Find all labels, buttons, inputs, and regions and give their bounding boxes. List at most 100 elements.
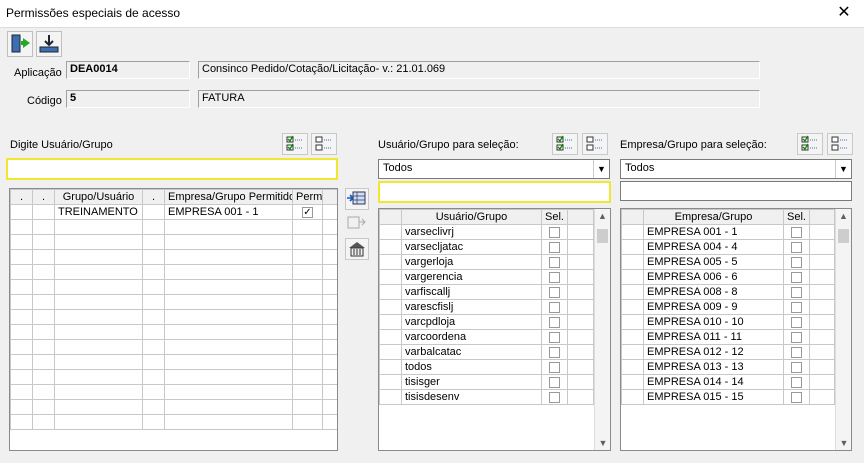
sel-checkbox[interactable] bbox=[791, 301, 802, 313]
middle-user-search-input[interactable] bbox=[378, 181, 611, 203]
scroll-up-icon[interactable]: ▲ bbox=[836, 209, 851, 223]
list-item[interactable]: EMPRESA 004 - 4 bbox=[621, 239, 835, 255]
sel-checkbox[interactable] bbox=[549, 391, 560, 403]
list-item[interactable]: todos bbox=[379, 359, 594, 375]
middle-col-user[interactable]: Usuário/Grupo bbox=[401, 209, 542, 225]
sel-checkbox[interactable] bbox=[549, 271, 560, 283]
list-item[interactable]: EMPRESA 010 - 10 bbox=[621, 314, 835, 330]
sel-checkbox[interactable] bbox=[791, 226, 802, 238]
left-col-empresa[interactable]: Empresa/Grupo Permitido bbox=[164, 189, 293, 205]
list-item[interactable]: EMPRESA 008 - 8 bbox=[621, 284, 835, 300]
table-row[interactable] bbox=[10, 279, 337, 295]
list-item[interactable]: EMPRESA 001 - 1 bbox=[621, 224, 835, 240]
right-uncheck-all-button[interactable] bbox=[827, 133, 853, 155]
download-button[interactable] bbox=[36, 31, 62, 57]
right-check-all-button[interactable] bbox=[797, 133, 823, 155]
left-col-marker3[interactable]: . bbox=[142, 189, 165, 205]
list-item[interactable]: EMPRESA 013 - 13 bbox=[621, 359, 835, 375]
list-item[interactable]: varseclivrj bbox=[379, 224, 594, 240]
right-scroll-thumb[interactable] bbox=[838, 229, 849, 243]
sel-checkbox[interactable] bbox=[791, 346, 802, 358]
table-row[interactable] bbox=[10, 294, 337, 310]
list-item[interactable]: varbalcatac bbox=[379, 344, 594, 360]
list-item[interactable]: tisisger bbox=[379, 374, 594, 390]
table-row[interactable] bbox=[10, 309, 337, 325]
sel-checkbox[interactable] bbox=[791, 241, 802, 253]
right-empresa-search-input[interactable] bbox=[620, 181, 852, 201]
add-permission-button[interactable] bbox=[345, 188, 369, 210]
middle-scroll-thumb[interactable] bbox=[597, 229, 608, 243]
list-item[interactable]: varcpdloja bbox=[379, 314, 594, 330]
table-row[interactable] bbox=[10, 354, 337, 370]
perm-checkbox[interactable]: ✓ bbox=[302, 206, 313, 218]
right-col-empresa[interactable]: Empresa/Grupo bbox=[643, 209, 784, 225]
right-col-sel[interactable]: Sel. bbox=[783, 209, 810, 225]
sel-checkbox[interactable] bbox=[549, 331, 560, 343]
middle-filter-combo[interactable]: Todos ▼ bbox=[378, 159, 610, 179]
chevron-down-icon[interactable]: ▼ bbox=[835, 160, 851, 178]
list-item[interactable]: EMPRESA 011 - 11 bbox=[621, 329, 835, 345]
sel-checkbox[interactable] bbox=[549, 256, 560, 268]
middle-col-sel[interactable]: Sel. bbox=[541, 209, 568, 225]
sel-checkbox[interactable] bbox=[549, 226, 560, 238]
scroll-down-icon[interactable]: ▼ bbox=[595, 436, 610, 450]
list-item[interactable]: vargerloja bbox=[379, 254, 594, 270]
left-user-search-input[interactable] bbox=[6, 158, 338, 180]
middle-check-all-button[interactable] bbox=[552, 133, 578, 155]
right-filter-combo[interactable]: Todos ▼ bbox=[620, 159, 852, 179]
list-item[interactable]: varsecljatac bbox=[379, 239, 594, 255]
middle-scrollbar[interactable]: ▲ ▼ bbox=[594, 209, 610, 450]
remove-permission-button[interactable] bbox=[345, 213, 369, 235]
exit-button[interactable] bbox=[7, 31, 33, 57]
sel-checkbox[interactable] bbox=[791, 271, 802, 283]
sel-checkbox[interactable] bbox=[791, 316, 802, 328]
list-item[interactable]: EMPRESA 006 - 6 bbox=[621, 269, 835, 285]
table-row[interactable] bbox=[10, 384, 337, 400]
middle-uncheck-all-button[interactable] bbox=[582, 133, 608, 155]
sel-checkbox[interactable] bbox=[549, 346, 560, 358]
right-empresa-grid[interactable]: Empresa/Grupo Sel. EMPRESA 001 - 1 EMPRES… bbox=[620, 208, 852, 451]
list-item[interactable]: varfiscallj bbox=[379, 284, 594, 300]
left-col-user[interactable]: Grupo/Usuário bbox=[54, 189, 143, 205]
list-item[interactable]: EMPRESA 012 - 12 bbox=[621, 344, 835, 360]
left-uncheck-all-button[interactable] bbox=[311, 133, 337, 155]
table-row[interactable] bbox=[10, 234, 337, 250]
sel-checkbox[interactable] bbox=[549, 241, 560, 253]
sel-checkbox[interactable] bbox=[549, 376, 560, 388]
left-col-marker1[interactable]: . bbox=[10, 189, 33, 205]
table-row[interactable] bbox=[10, 324, 337, 340]
sel-checkbox[interactable] bbox=[791, 361, 802, 373]
list-item[interactable]: varescfislj bbox=[379, 299, 594, 315]
table-row[interactable] bbox=[10, 414, 337, 430]
table-row[interactable] bbox=[10, 399, 337, 415]
scroll-down-icon[interactable]: ▼ bbox=[836, 436, 851, 450]
list-item[interactable]: EMPRESA 009 - 9 bbox=[621, 299, 835, 315]
sel-checkbox[interactable] bbox=[791, 256, 802, 268]
left-col-marker2[interactable]: . bbox=[32, 189, 55, 205]
sel-checkbox[interactable] bbox=[791, 376, 802, 388]
table-row[interactable]: TREINAMENTO EMPRESA 001 - 1 ✓ bbox=[10, 204, 337, 220]
list-item[interactable]: EMPRESA 014 - 14 bbox=[621, 374, 835, 390]
left-col-perm[interactable]: Perm. bbox=[292, 189, 323, 205]
middle-user-grid[interactable]: Usuário/Grupo Sel. varseclivrj varsecljat… bbox=[378, 208, 611, 451]
sel-checkbox[interactable] bbox=[549, 316, 560, 328]
scroll-up-icon[interactable]: ▲ bbox=[595, 209, 610, 223]
left-permissions-grid[interactable]: .. Grupo/Usuário. Empresa/Grupo Permitido P… bbox=[9, 188, 338, 451]
list-item[interactable]: tisisdesenv bbox=[379, 389, 594, 405]
table-row[interactable] bbox=[10, 219, 337, 235]
list-item[interactable]: EMPRESA 005 - 5 bbox=[621, 254, 835, 270]
right-scrollbar[interactable]: ▲ ▼ bbox=[835, 209, 851, 450]
sel-checkbox[interactable] bbox=[549, 361, 560, 373]
table-row[interactable] bbox=[10, 339, 337, 355]
left-check-all-button[interactable] bbox=[282, 133, 308, 155]
list-item[interactable]: varcoordena bbox=[379, 329, 594, 345]
table-row[interactable] bbox=[10, 369, 337, 385]
sel-checkbox[interactable] bbox=[549, 286, 560, 298]
list-item[interactable]: EMPRESA 015 - 15 bbox=[621, 389, 835, 405]
table-row[interactable] bbox=[10, 264, 337, 280]
list-item[interactable]: vargerencia bbox=[379, 269, 594, 285]
table-row[interactable] bbox=[10, 249, 337, 265]
sel-checkbox[interactable] bbox=[791, 286, 802, 298]
chevron-down-icon[interactable]: ▼ bbox=[593, 160, 609, 178]
sel-checkbox[interactable] bbox=[791, 331, 802, 343]
